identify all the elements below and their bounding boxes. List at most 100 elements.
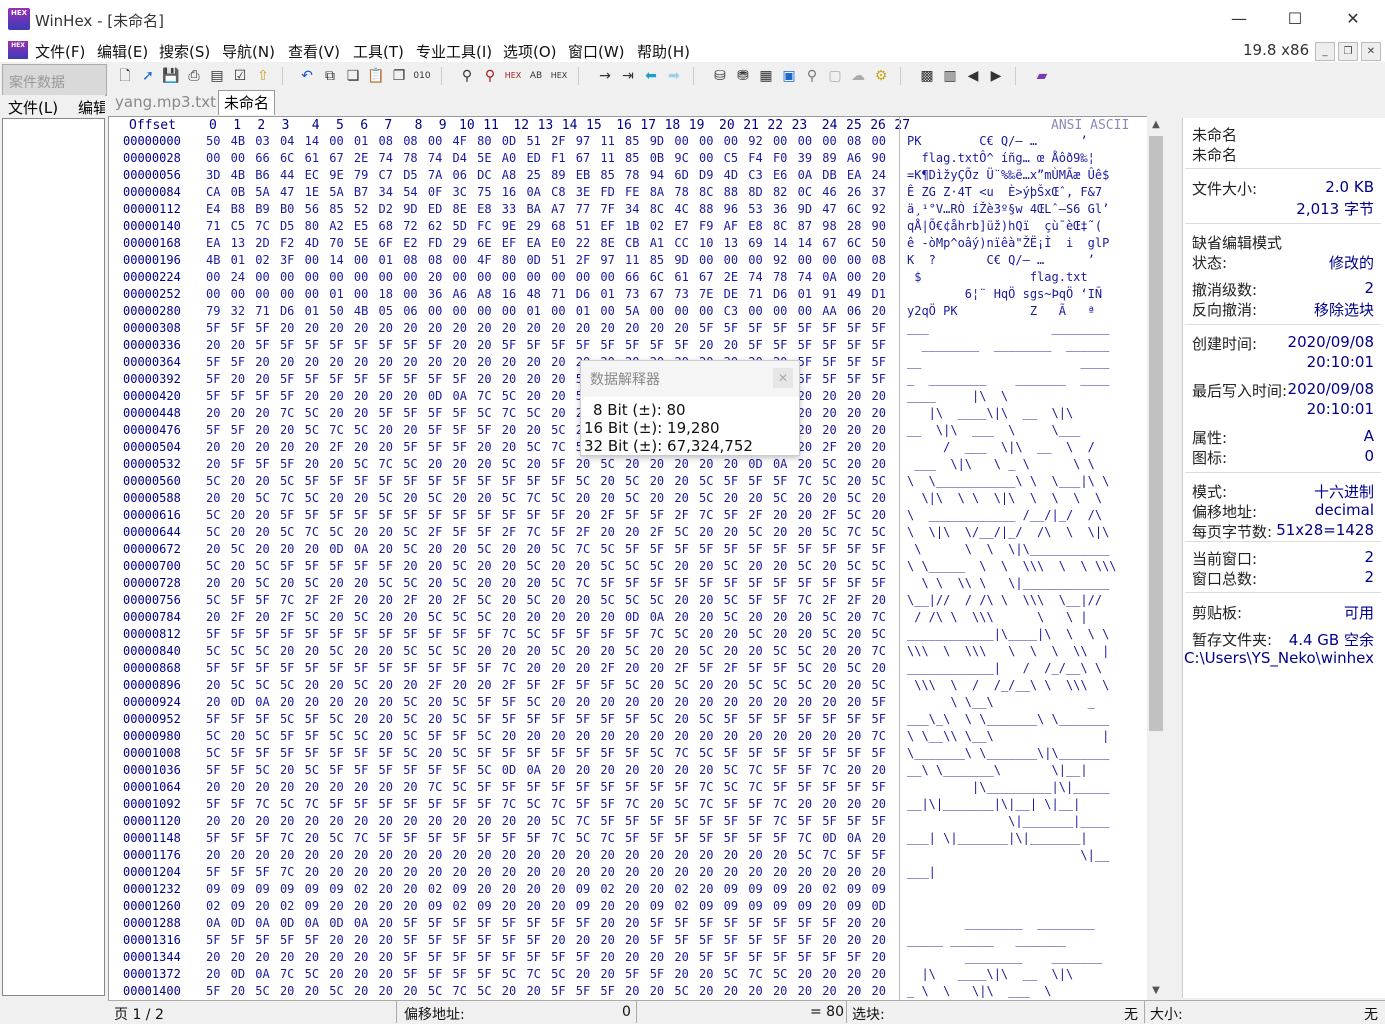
row-hex-bytes[interactable]: 5C 20 20 5C 5F 5F 5F 5F 5F 5F 5F 5F 5F 5… <box>206 474 886 488</box>
menu-file[interactable]: 文件(F) <box>35 41 85 62</box>
row-hex-bytes[interactable]: 02 09 20 02 09 20 20 20 20 09 02 09 20 2… <box>206 899 886 913</box>
row-hex-bytes[interactable]: 5F 5F 5F 5C 5F 5C 20 20 5C 20 5C 5F 5F 5… <box>206 712 886 726</box>
row-ascii[interactable]: \_______\ \_______\|\_______ <box>907 746 1109 760</box>
hex-row[interactable]: 00001288 0A 0D 0A 0D 0A 0D 0A 20 5F 5F 5F… <box>109 916 1147 933</box>
cut-icon[interactable]: ⧉ <box>321 67 339 85</box>
row-hex-bytes[interactable]: 5F 20 5C 20 20 5C 20 20 20 5C 7C 5C 20 2… <box>206 984 886 998</box>
goto-sector-icon[interactable]: ⇥ <box>619 67 637 85</box>
row-ascii[interactable]: ê -òMp^oâý)nïêà"ŽË¡Ì i glP <box>907 236 1109 250</box>
paste-special-icon[interactable]: ❐ <box>390 67 408 85</box>
hex-row[interactable]: 00001120 20 20 20 20 20 20 20 20 20 20 20… <box>109 814 1147 831</box>
row-ascii[interactable]: |\ ____\|\ __ \|\ <box>907 967 1073 981</box>
row-ascii[interactable]: \ \ \\ \ \|____________ <box>907 576 1109 590</box>
disk-tools-icon[interactable]: ⛃ <box>734 67 752 85</box>
hex-row[interactable]: 00001260 02 09 20 02 09 20 20 20 20 09 02… <box>109 899 1147 916</box>
print-icon[interactable]: ⎙ <box>185 67 203 85</box>
row-ascii[interactable]: \ \ \ \|\___________ <box>907 542 1109 556</box>
hex-row[interactable]: 00000560 5C 20 20 5C 5F 5F 5F 5F 5F 5F 5F… <box>109 474 1147 491</box>
hex-row[interactable]: 00000756 5C 5F 5F 7C 2F 2F 20 20 2F 20 2F… <box>109 593 1147 610</box>
zoom-icon[interactable]: ⚲ <box>803 67 821 85</box>
row-ascii[interactable]: _____ ______ _______ <box>907 933 1066 947</box>
row-hex-bytes[interactable]: 5C 20 20 5F 5F 5F 5F 5F 5F 5F 5F 5F 5F 5… <box>206 508 886 522</box>
row-ascii[interactable]: _ ________ _______ ____ <box>907 372 1109 386</box>
print-preview-icon[interactable]: ▤ <box>208 67 226 85</box>
row-hex-bytes[interactable]: E4 B8 B9 B0 56 85 52 D2 9D ED 8E E8 33 B… <box>206 202 886 216</box>
comment-icon[interactable]: ▢ <box>826 67 844 85</box>
hex-row[interactable]: 00000672 20 5C 20 20 20 0D 0A 20 5C 20 20… <box>109 542 1147 559</box>
row-ascii[interactable]: Ê ZG Z·4T <u È>ýþŠxŒˆ‚ F&7 <box>907 185 1102 199</box>
next-window-icon[interactable]: ▶ <box>987 67 1005 85</box>
data-interpreter-titlebar[interactable]: 数据解释器 ✕ <box>581 361 799 397</box>
row-hex-bytes[interactable]: 20 5F 5F 5F 20 20 5C 7C 5C 20 20 20 5C 2… <box>206 457 886 471</box>
row-ascii[interactable]: ________ ________ ______ <box>907 338 1109 352</box>
row-hex-bytes[interactable]: 20 20 5C 7C 5C 20 20 5C 20 5C 20 20 5C 7… <box>206 491 886 505</box>
row-hex-bytes[interactable]: 20 0D 0A 7C 5C 20 20 20 5F 5F 5F 5F 5C 7… <box>206 967 886 981</box>
row-hex-bytes[interactable]: 4B 01 02 3F 00 14 00 01 08 08 00 4F 80 0… <box>206 253 886 267</box>
row-hex-bytes[interactable]: EA 13 2D F2 4D 70 5E 6F E2 FD 29 6E EF E… <box>206 236 886 250</box>
row-hex-bytes[interactable]: 5C 20 5C 5F 5F 5F 5F 5F 20 20 5C 20 20 5… <box>206 559 886 573</box>
scroll-down-arrow-icon[interactable]: ▼ <box>1147 982 1165 1000</box>
hex-row[interactable]: 00001064 20 20 20 20 20 20 20 20 20 7C 5C… <box>109 780 1147 797</box>
row-hex-bytes[interactable]: 20 20 5C 20 5C 20 20 5C 5C 20 5C 20 20 2… <box>206 576 886 590</box>
row-hex-bytes[interactable]: 20 5C 20 20 20 0D 0A 20 5C 20 20 5C 20 2… <box>206 542 886 556</box>
hex-row[interactable]: 00000280 79 32 71 D6 01 50 4B 05 06 00 00… <box>109 304 1147 321</box>
folder-up-icon[interactable]: ⇧ <box>254 67 272 85</box>
row-ascii[interactable]: |\_________|\|_____ <box>907 780 1109 794</box>
mdi-close-button[interactable]: ✕ <box>1361 42 1381 61</box>
row-hex-bytes[interactable]: 5F 5F 5C 20 5C 5F 5F 5F 5F 5F 5F 5C 0D 0… <box>206 763 886 777</box>
row-ascii[interactable]: \ \__\\ \__\ | <box>907 729 1109 743</box>
minimize-button[interactable]: — <box>1210 0 1268 38</box>
tab-yang-mp3-txt[interactable]: yang.mp3.txt <box>110 90 221 114</box>
row-hex-bytes[interactable]: 09 09 09 09 09 09 02 20 20 02 09 20 20 2… <box>206 882 886 896</box>
row-hex-bytes[interactable]: 20 20 20 20 20 20 20 20 5F 5F 5F 5F 5F 5… <box>206 950 886 964</box>
hex-row[interactable]: 00001176 20 20 20 20 20 20 20 20 20 20 20… <box>109 848 1147 865</box>
case-menu-file[interactable]: 文件(L) <box>8 97 58 118</box>
settings-icon[interactable]: ⚙ <box>872 67 890 85</box>
row-ascii[interactable]: $ flag.txt <box>907 270 1087 284</box>
row-ascii[interactable]: \ \_____ \ \ \\\ \ \ \\\ <box>907 559 1117 573</box>
menu-window[interactable]: 窗口(W) <box>568 41 625 62</box>
row-hex-bytes[interactable]: 5C 5F 5F 5F 5F 5F 5F 5F 5C 20 5C 5F 5F 5… <box>206 746 886 760</box>
hex-row[interactable]: 00000224 00 24 00 00 00 00 00 00 00 20 00… <box>109 270 1147 287</box>
sector-grid-icon[interactable]: ▥ <box>941 67 959 85</box>
row-hex-bytes[interactable]: 5F 5F 5F 7C 20 20 20 20 20 20 20 20 20 2… <box>206 865 886 879</box>
row-hex-bytes[interactable]: 5F 5F 5F 7C 20 5C 7C 5F 5F 5F 5F 5F 5F 5… <box>206 831 886 845</box>
hex-row[interactable]: 00000616 5C 20 20 5F 5F 5F 5F 5F 5F 5F 5F… <box>109 508 1147 525</box>
menu-navigate[interactable]: 导航(N) <box>222 41 275 62</box>
hex-row[interactable]: 00000336 20 20 5F 5F 5F 5F 5F 5F 5F 5F 20… <box>109 338 1147 355</box>
hex-row[interactable]: 00000252 00 00 00 00 00 01 00 18 00 36 A6… <box>109 287 1147 304</box>
back-icon[interactable]: ⬅ <box>642 67 660 85</box>
help-book-icon[interactable]: ▰ <box>1033 67 1051 85</box>
row-hex-bytes[interactable]: 20 0D 0A 20 20 20 20 20 5C 20 5C 5F 5F 5… <box>206 695 886 709</box>
row-ascii[interactable]: qÅ|Õ€¢åhrb]üž)hQï çù¯èŒ‡˜( <box>907 219 1102 233</box>
mdi-restore-button[interactable]: ❐ <box>1338 42 1358 61</box>
row-hex-bytes[interactable]: 5C 5C 5C 20 20 5C 20 20 5C 5C 5C 20 20 2… <box>206 644 886 658</box>
row-ascii[interactable]: / /\ \ \\\ \ \ | <box>907 610 1087 624</box>
row-hex-bytes[interactable]: 00 00 66 6C 61 67 2E 74 78 74 D4 5E A0 E… <box>206 151 886 165</box>
row-hex-bytes[interactable]: 20 20 20 20 20 20 20 20 20 7C 5C 5F 5F 5… <box>206 780 886 794</box>
row-ascii[interactable]: \|\ \ \ \|\ \ \ \ \ <box>907 491 1102 505</box>
row-hex-bytes[interactable]: 79 32 71 D6 01 50 4B 05 06 00 00 00 00 0… <box>206 304 886 318</box>
tab-untitled[interactable]: 未命名 <box>218 90 276 115</box>
row-ascii[interactable]: ____________|\____|\ \ \ \ <box>907 627 1109 641</box>
hex-row[interactable]: 00000056 3D 4B B6 44 EC 9E 79 C7 D5 7A 06… <box>109 168 1147 185</box>
row-hex-bytes[interactable]: 5F 5F 5F 5F 5F 5F 5F 5F 5F 5F 5F 5F 7C 5… <box>206 627 886 641</box>
row-hex-bytes[interactable]: 5F 5F 5F 5F 5F 5F 5F 5F 5F 5F 5F 5F 7C 2… <box>206 661 886 675</box>
row-hex-bytes[interactable]: 50 4B 03 04 14 00 01 08 08 00 4F 80 0D 5… <box>206 134 886 148</box>
hex-row[interactable]: 00000924 20 0D 0A 20 20 20 20 20 5C 20 5C… <box>109 695 1147 712</box>
row-hex-bytes[interactable]: 5C 5F 5F 7C 2F 2F 20 20 2F 20 2F 5C 20 5… <box>206 593 886 607</box>
hex-row[interactable]: 00000532 20 5F 5F 5F 20 20 5C 7C 5C 20 20… <box>109 457 1147 474</box>
hex-row[interactable]: 00000700 5C 20 5C 5F 5F 5F 5F 5F 20 20 5C… <box>109 559 1147 576</box>
hex-row[interactable]: 00000728 20 20 5C 20 5C 20 20 5C 5C 20 5C… <box>109 576 1147 593</box>
row-ascii[interactable]: |\ ____\|\ __ \|\ <box>907 406 1074 420</box>
row-hex-bytes[interactable]: 00 00 00 00 00 01 00 18 00 36 A6 A8 16 4… <box>206 287 886 301</box>
row-hex-bytes[interactable]: 5F 5F 5F 20 20 20 20 20 20 20 20 20 20 2… <box>206 321 886 335</box>
hex-row[interactable]: 00001204 5F 5F 5F 7C 20 20 20 20 20 20 20… <box>109 865 1147 882</box>
close-button[interactable]: ✕ <box>1324 0 1382 38</box>
row-hex-bytes[interactable]: 0A 0D 0A 0D 0A 0D 0A 20 5F 5F 5F 5F 5F 5… <box>206 916 886 930</box>
hex-editor-view[interactable]: Offset 0 1 2 3 4 5 6 7 8 9 10 11 12 13 14 15 16 17 18 19 20 21… <box>108 116 1148 1002</box>
row-ascii[interactable]: \__|// / /\ \ \\\ \__|// <box>907 593 1102 607</box>
calculator-icon[interactable]: ▣ <box>780 67 798 85</box>
properties-icon[interactable]: ☑ <box>231 67 249 85</box>
menu-search[interactable]: 搜索(S) <box>159 41 210 62</box>
